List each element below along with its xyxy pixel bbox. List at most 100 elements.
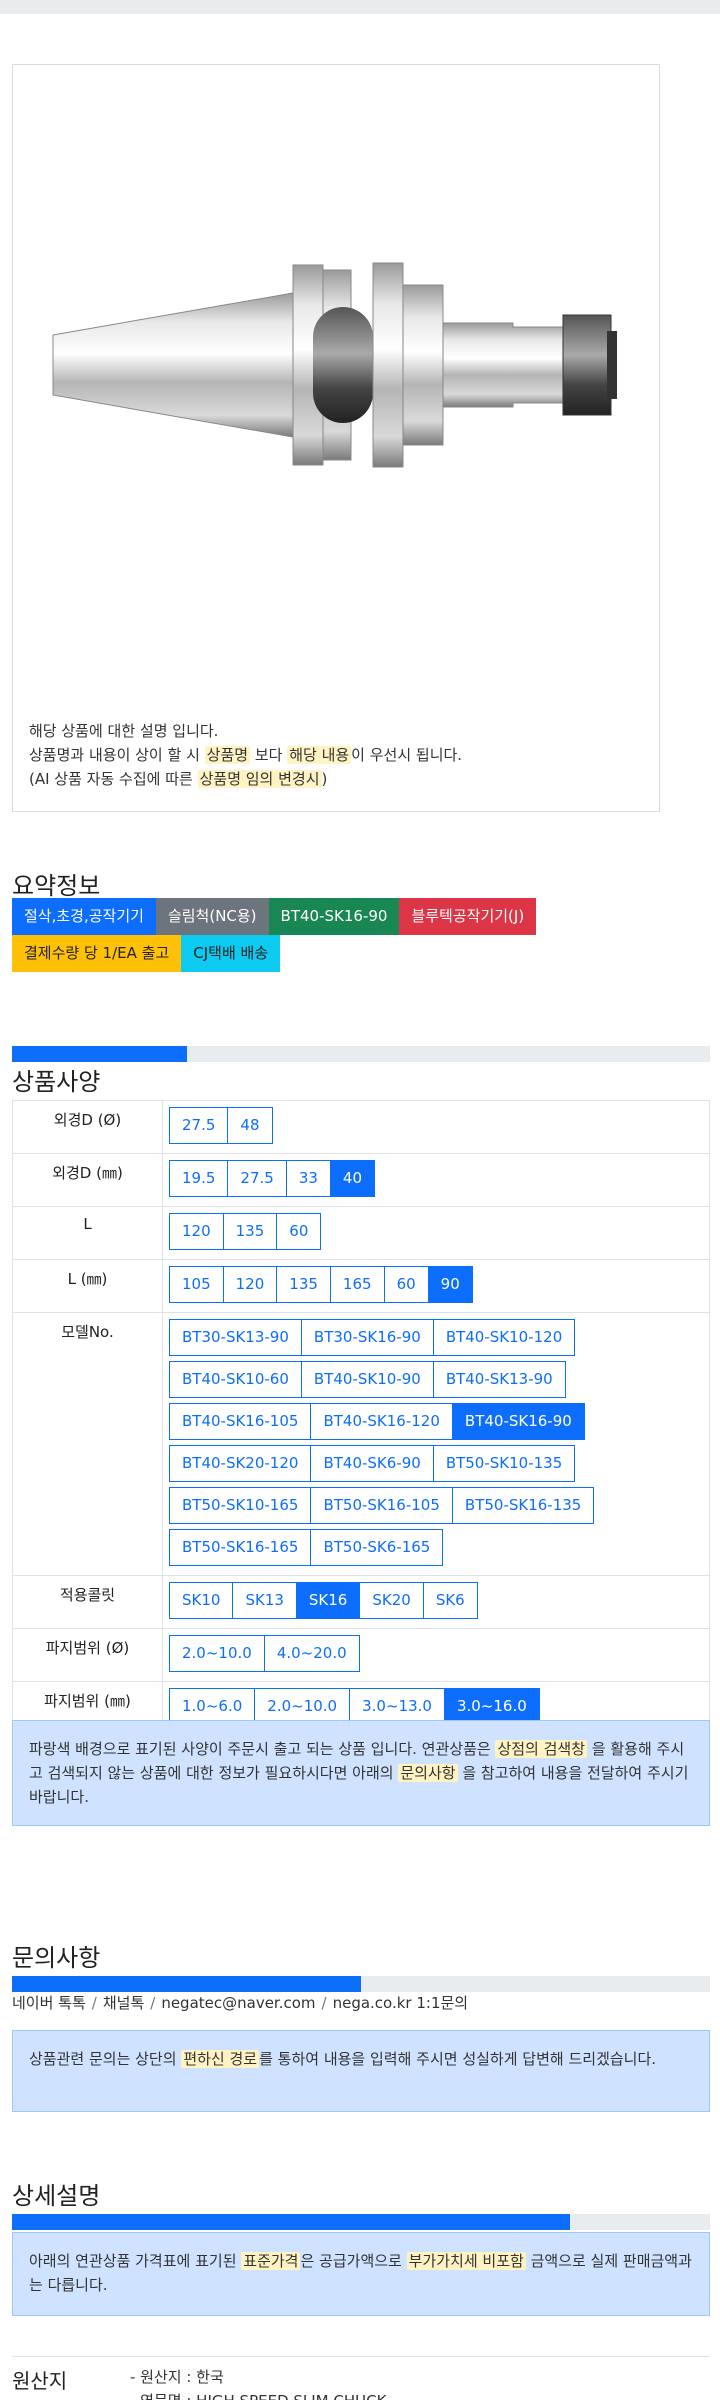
- description-line: (AI 상품 자동 수집에 따른 상품명 임의 변경시): [29, 767, 462, 791]
- spec-label: 파지범위 (Ø): [12, 1628, 163, 1682]
- specs-progress-bar: [12, 1046, 710, 1062]
- contact-separator: /: [321, 1994, 327, 2012]
- text-segment: 상품관련 문의는 상단의: [29, 2050, 182, 2068]
- option-button[interactable]: BT40-SK20-120: [169, 1445, 312, 1482]
- option-button[interactable]: 105: [169, 1266, 224, 1303]
- option-button[interactable]: BT40-SK6-90: [310, 1445, 434, 1482]
- specs-progress-fill: [12, 1046, 187, 1062]
- description-line: 해당 상품에 대한 설명 입니다.: [29, 719, 462, 743]
- option-button[interactable]: SK20: [359, 1582, 424, 1619]
- origin-label: 원산지: [12, 2369, 68, 2393]
- tag-row-1: 절삭,초경,공작기기 슬림척(NC용) BT40-SK16-90 블루텍공작기기(J): [12, 898, 612, 935]
- option-button-selected[interactable]: 90: [427, 1266, 473, 1303]
- product-description: 해당 상품에 대한 설명 입니다. 상품명과 내용이 상이 할 시 상품명 보다 …: [29, 719, 462, 791]
- option-button[interactable]: BT40-SK16-120: [310, 1403, 453, 1440]
- inquiry-progress-bar: [12, 1976, 710, 1992]
- option-group: 27.5 48: [169, 1107, 703, 1149]
- highlight-text: 상품명: [204, 746, 251, 764]
- contact-link[interactable]: nega.co.kr 1:1문의: [333, 1994, 469, 2012]
- highlight-text: 편하신 경로: [181, 2050, 260, 2068]
- option-button[interactable]: BT50-SK16-135: [451, 1487, 595, 1524]
- text-segment: 은 공급가액으로: [300, 2252, 407, 2270]
- option-group: 120 135 60: [169, 1213, 703, 1255]
- option-button[interactable]: BT40-SK13-90: [432, 1361, 566, 1398]
- option-button-selected[interactable]: SK16: [295, 1582, 361, 1619]
- summary-tag: 슬림척(NC용): [155, 898, 269, 935]
- option-button[interactable]: 4.0~20.0: [263, 1635, 360, 1672]
- origin-item: - 영문명 : HIGH SPEED SLIM CHUCK: [130, 2389, 386, 2400]
- option-button[interactable]: 27.5: [227, 1160, 287, 1197]
- text-segment: 보다: [250, 746, 288, 764]
- highlight-text: 상품명 임의 변경시: [197, 770, 322, 788]
- summary-tag: 결제수량 당 1/EA 출고: [12, 935, 182, 972]
- summary-title: 요약정보: [12, 872, 101, 900]
- spec-options: 27.5 48: [162, 1100, 710, 1154]
- option-button[interactable]: 48: [227, 1107, 273, 1144]
- spec-options: BT30-SK13-90 BT30-SK16-90 BT40-SK10-120 BT4…: [162, 1312, 710, 1576]
- option-button-selected[interactable]: 40: [329, 1160, 375, 1197]
- option-button[interactable]: BT40-SK10-90: [300, 1361, 434, 1398]
- contact-link[interactable]: 채널톡: [103, 1994, 144, 2012]
- option-button[interactable]: BT50-SK16-165: [169, 1529, 312, 1566]
- option-button[interactable]: 120: [222, 1266, 278, 1303]
- option-button[interactable]: BT40-SK10-60: [169, 1361, 302, 1398]
- option-button[interactable]: 135: [276, 1266, 331, 1303]
- option-button[interactable]: 60: [276, 1213, 322, 1250]
- product-image-box: 해당 상품에 대한 설명 입니다. 상품명과 내용이 상이 할 시 상품명 보다 …: [12, 64, 660, 812]
- option-button[interactable]: BT30-SK13-90: [169, 1319, 302, 1356]
- spec-row: 파지범위 (Ø) 2.0~10.0 4.0~20.0: [12, 1628, 710, 1682]
- spec-row: 모델No. BT30-SK13-90 BT30-SK16-90 BT40-SK10-1…: [12, 1312, 710, 1576]
- spec-label: 외경D (Ø): [12, 1100, 163, 1154]
- option-button[interactable]: BT50-SK10-135: [432, 1445, 576, 1482]
- option-group: BT30-SK13-90 BT30-SK16-90 BT40-SK10-120 BT4…: [169, 1319, 639, 1571]
- option-button[interactable]: SK13: [232, 1582, 297, 1619]
- spec-row: L (㎜) 105 120 135 165 60 90: [12, 1259, 710, 1313]
- spec-options: 19.5 27.5 33 40: [162, 1153, 710, 1207]
- highlight-text: 표준가격: [241, 2252, 301, 2270]
- spec-label: 적용콜릿: [12, 1575, 163, 1629]
- spec-options: 105 120 135 165 60 90: [162, 1259, 710, 1313]
- product-page: 해당 상품에 대한 설명 입니다. 상품명과 내용이 상이 할 시 상품명 보다 …: [0, 0, 720, 2400]
- option-button[interactable]: 165: [329, 1266, 385, 1303]
- option-button[interactable]: 33: [285, 1160, 331, 1197]
- detail-notice: 아래의 연관상품 가격표에 표기된 표준가격 은 공급가액으로 부가가치세 비포함…: [12, 2232, 710, 2316]
- highlight-text: 상점의 검색창: [495, 1740, 588, 1758]
- option-button[interactable]: 27.5: [169, 1107, 229, 1144]
- option-button[interactable]: BT40-SK16-105: [169, 1403, 312, 1440]
- inquiry-notice: 상품관련 문의는 상단의 편하신 경로 를 통하여 내용을 입력해 주시면 성실하…: [12, 2030, 710, 2112]
- option-button[interactable]: BT40-SK10-120: [432, 1319, 576, 1356]
- spec-label: 외경D (㎜): [12, 1153, 163, 1207]
- option-button[interactable]: 60: [383, 1266, 429, 1303]
- highlight-text: 부가가치세 비포함: [406, 2252, 526, 2270]
- option-group: 105 120 135 165 60 90: [169, 1266, 703, 1308]
- highlight-text: 해당 내용: [287, 746, 352, 764]
- text-segment: 이 우선시 됩니다.: [351, 746, 463, 764]
- option-button[interactable]: BT50-SK16-105: [310, 1487, 453, 1524]
- spec-row: 적용콜릿 SK10 SK13 SK16 SK20 SK6: [12, 1575, 710, 1629]
- detail-progress-bar: [12, 2214, 710, 2230]
- spec-row: L 120 135 60: [12, 1206, 710, 1260]
- option-button[interactable]: 120: [169, 1213, 224, 1250]
- option-button[interactable]: SK6: [422, 1582, 478, 1619]
- option-group: 19.5 27.5 33 40: [169, 1160, 703, 1202]
- option-button[interactable]: SK10: [169, 1582, 234, 1619]
- option-button[interactable]: 2.0~10.0: [169, 1635, 265, 1672]
- contact-separator: /: [91, 1994, 97, 2012]
- contact-link[interactable]: negatec@naver.com: [161, 1994, 315, 2012]
- spec-row: 외경D (Ø) 27.5 48: [12, 1100, 710, 1154]
- spec-options: SK10 SK13 SK16 SK20 SK6: [162, 1575, 710, 1629]
- option-button[interactable]: BT50-SK6-165: [310, 1529, 444, 1566]
- option-button[interactable]: BT50-SK10-165: [169, 1487, 312, 1524]
- spec-options: 2.0~10.0 4.0~20.0: [162, 1628, 710, 1682]
- text-segment: 상품명과 내용이 상이 할 시: [29, 746, 205, 764]
- contact-link[interactable]: 네이버 톡톡: [12, 1994, 86, 2012]
- summary-tag: 절삭,초경,공작기기: [12, 898, 156, 935]
- option-button[interactable]: 135: [222, 1213, 278, 1250]
- text-segment: 해당 상품에 대한 설명 입니다.: [29, 722, 219, 740]
- spec-options: 120 135 60: [162, 1206, 710, 1260]
- origin-section: 원산지 - 원산지 : 한국 - 영문명 : HIGH SPEED SLIM CH…: [12, 2356, 710, 2400]
- option-button[interactable]: 19.5: [169, 1160, 229, 1197]
- option-button[interactable]: BT30-SK16-90: [300, 1319, 434, 1356]
- origin-items: - 원산지 : 한국 - 영문명 : HIGH SPEED SLIM CHUCK: [130, 2365, 386, 2400]
- option-button-selected[interactable]: BT40-SK16-90: [451, 1403, 585, 1440]
